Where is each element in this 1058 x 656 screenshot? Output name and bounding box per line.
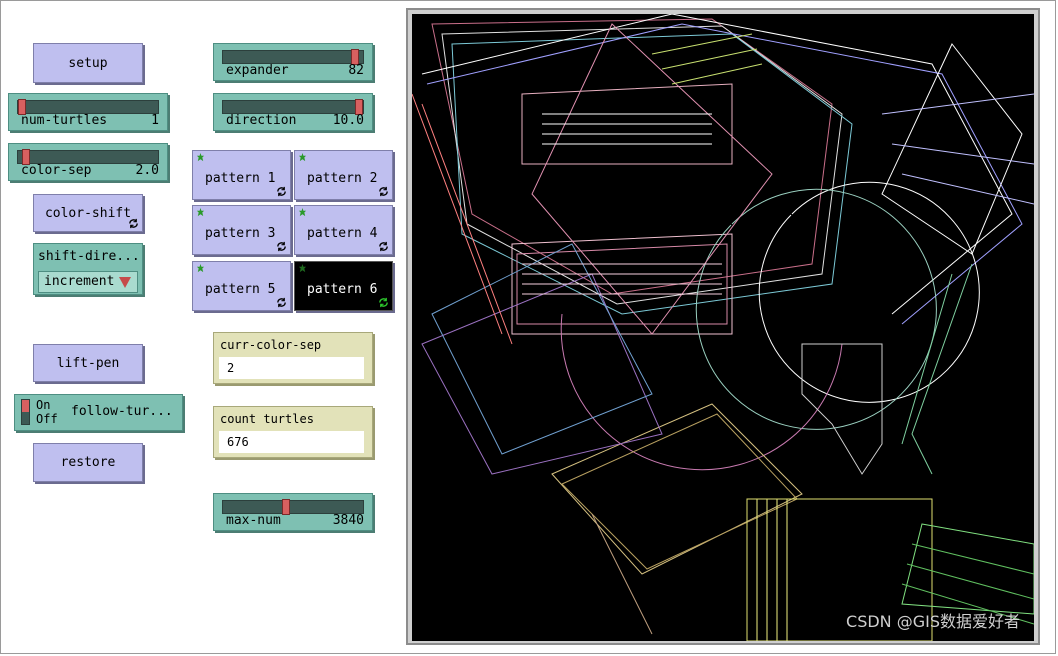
- direction-label: direction: [226, 113, 297, 128]
- pattern-4-label: pattern 4: [307, 225, 378, 241]
- setup-button[interactable]: setup: [33, 43, 143, 83]
- agent-turtle-icon: [196, 208, 205, 217]
- pattern-2-label: pattern 2: [307, 170, 378, 186]
- pattern-3-button[interactable]: pattern 3: [192, 205, 291, 255]
- agent-turtle-icon: [298, 153, 307, 162]
- pen-trails: [412, 14, 1034, 641]
- num-turtles-track[interactable]: [17, 99, 159, 115]
- direction-slider[interactable]: direction 10.0: [213, 93, 373, 131]
- pattern-6-label: pattern 6: [307, 281, 378, 297]
- chooser-dropdown[interactable]: increment: [38, 271, 138, 293]
- monitor-value: 2: [219, 357, 364, 379]
- forever-icon: [379, 186, 388, 197]
- monitor-value: 676: [219, 431, 364, 453]
- world-view[interactable]: CSDN @GIS数据爱好者: [406, 8, 1040, 645]
- max-num-label: max-num: [226, 513, 281, 528]
- color-shift-label: color-shift: [44, 205, 132, 221]
- agent-turtle-icon: [298, 264, 307, 273]
- lift-pen-label: lift-pen: [56, 355, 120, 371]
- count-turtles-monitor: count turtles 676: [213, 406, 373, 458]
- switch-label: follow-tur...: [71, 404, 173, 419]
- agent-turtle-icon: [196, 153, 205, 162]
- forever-icon: [277, 297, 286, 308]
- color-shift-button[interactable]: color-shift: [33, 194, 143, 232]
- expander-track[interactable]: [222, 49, 364, 65]
- color-sep-slider[interactable]: color-sep 2.0: [8, 143, 168, 181]
- color-sep-track[interactable]: [17, 149, 159, 165]
- forever-icon: [379, 297, 388, 308]
- chooser-value: increment: [44, 274, 115, 289]
- switch-on-label: On: [36, 398, 51, 412]
- expander-label: expander: [226, 63, 289, 78]
- agent-turtle-icon: [196, 264, 205, 273]
- color-sep-label: color-sep: [21, 163, 92, 178]
- direction-track[interactable]: [222, 99, 364, 115]
- restore-button[interactable]: restore: [33, 443, 143, 482]
- max-num-track[interactable]: [222, 499, 364, 515]
- pattern-2-button[interactable]: pattern 2: [294, 150, 393, 200]
- pattern-6-button[interactable]: pattern 6: [294, 261, 393, 311]
- num-turtles-label: num-turtles: [21, 113, 108, 128]
- monitor-label: count turtles: [220, 412, 314, 426]
- pattern-1-button[interactable]: pattern 1: [192, 150, 291, 200]
- max-num-slider[interactable]: max-num 3840: [213, 493, 373, 531]
- switch-knob: [22, 400, 29, 412]
- forever-icon: [277, 186, 286, 197]
- color-sep-value: 2.0: [135, 163, 159, 178]
- forever-icon: [277, 241, 286, 252]
- lift-pen-button[interactable]: lift-pen: [33, 344, 143, 382]
- setup-label: setup: [68, 55, 108, 71]
- num-turtles-slider[interactable]: num-turtles 1: [8, 93, 168, 131]
- monitor-label: curr-color-sep: [220, 338, 322, 352]
- dropdown-arrow-icon: [119, 277, 131, 288]
- expander-value: 82: [348, 63, 364, 78]
- chooser-label: shift-dire...: [38, 249, 140, 264]
- pattern-4-button[interactable]: pattern 4: [294, 205, 393, 255]
- switch-toggle[interactable]: [21, 399, 30, 425]
- pattern-5-button[interactable]: pattern 5: [192, 261, 291, 311]
- max-num-value: 3840: [332, 513, 364, 528]
- pattern-5-label: pattern 5: [205, 281, 276, 297]
- shift-direction-chooser[interactable]: shift-dire... increment: [33, 243, 143, 295]
- forever-icon: [379, 241, 388, 252]
- expander-slider[interactable]: expander 82: [213, 43, 373, 81]
- switch-off-label: Off: [36, 412, 58, 426]
- agent-turtle-icon: [298, 208, 307, 217]
- max-num-thumb[interactable]: [282, 499, 290, 515]
- curr-color-sep-monitor: curr-color-sep 2: [213, 332, 373, 384]
- pattern-1-label: pattern 1: [205, 170, 276, 186]
- direction-value: 10.0: [332, 113, 364, 128]
- watermark: CSDN @GIS数据爱好者: [846, 612, 1020, 631]
- num-turtles-value: 1: [151, 113, 159, 128]
- pattern-3-label: pattern 3: [205, 225, 276, 241]
- forever-icon: [129, 218, 138, 229]
- turtle-trails-canvas[interactable]: [412, 14, 1034, 641]
- follow-turtle-switch[interactable]: On Off follow-tur...: [14, 394, 183, 431]
- restore-label: restore: [60, 455, 116, 470]
